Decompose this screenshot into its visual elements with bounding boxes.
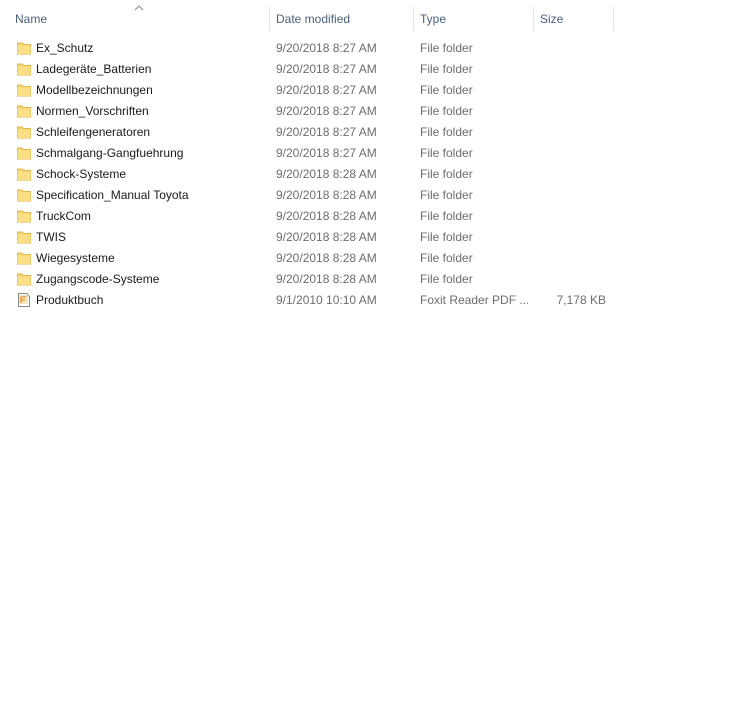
file-date-modified: 9/20/2018 8:27 AM: [276, 146, 377, 160]
file-name: Schock-Systeme: [36, 167, 127, 181]
file-name: Specification_Manual Toyota: [36, 188, 189, 202]
file-row[interactable]: Schmalgang-Gangfuehrung 9/20/2018 8:27 A…: [0, 143, 744, 164]
file-date-modified: 9/20/2018 8:28 AM: [276, 209, 377, 223]
file-date-modified: 9/20/2018 8:27 AM: [276, 125, 377, 139]
file-type: Foxit Reader PDF ...: [420, 293, 528, 307]
file-name: Produktbuch: [36, 293, 104, 307]
file-date-modified: 9/20/2018 8:28 AM: [276, 188, 377, 202]
file-list: Ex_Schutz 9/20/2018 8:27 AM File folder …: [0, 38, 744, 311]
column-header-type[interactable]: Type: [420, 6, 446, 32]
file-row[interactable]: Ex_Schutz 9/20/2018 8:27 AM File folder: [0, 38, 744, 59]
file-size: [536, 185, 606, 206]
file-type: File folder: [420, 209, 473, 223]
file-size: [536, 38, 606, 59]
file-size: [536, 80, 606, 101]
file-row[interactable]: Modellbezeichnungen 9/20/2018 8:27 AM Fi…: [0, 80, 744, 101]
folder-icon: [17, 231, 31, 244]
file-date-modified: 9/20/2018 8:28 AM: [276, 272, 377, 286]
file-type: File folder: [420, 251, 473, 265]
file-size: [536, 101, 606, 122]
column-header-name[interactable]: Name: [15, 6, 47, 32]
file-name: Ex_Schutz: [36, 41, 94, 55]
column-divider[interactable]: [533, 7, 534, 31]
file-name: Modellbezeichnungen: [36, 83, 153, 97]
file-type: File folder: [420, 62, 473, 76]
folder-icon: [17, 84, 31, 97]
column-header-date-modified[interactable]: Date modified: [276, 6, 350, 32]
column-header-bar: Name Date modified Type Size: [0, 0, 744, 38]
column-divider[interactable]: [269, 7, 270, 31]
file-row[interactable]: Specification_Manual Toyota 9/20/2018 8:…: [0, 185, 744, 206]
file-name: Ladegeräte_Batterien: [36, 62, 152, 76]
file-size: [536, 122, 606, 143]
folder-icon: [17, 210, 31, 223]
file-name: Normen_Vorschriften: [36, 104, 149, 118]
folder-icon: [17, 147, 31, 160]
sort-ascending-icon: [134, 5, 144, 11]
file-size: [536, 164, 606, 185]
file-size: [536, 59, 606, 80]
file-row[interactable]: Schock-Systeme 9/20/2018 8:28 AM File fo…: [0, 164, 744, 185]
folder-icon: [17, 63, 31, 76]
file-row[interactable]: Zugangscode-Systeme 9/20/2018 8:28 AM Fi…: [0, 269, 744, 290]
file-date-modified: 9/1/2010 10:10 AM: [276, 293, 377, 307]
file-type: File folder: [420, 41, 473, 55]
column-divider[interactable]: [613, 7, 614, 31]
file-name: TWIS: [36, 230, 66, 244]
file-name: Zugangscode-Systeme: [36, 272, 160, 286]
folder-icon: [17, 273, 31, 286]
file-row[interactable]: TWIS 9/20/2018 8:28 AM File folder: [0, 227, 744, 248]
file-size: [536, 248, 606, 269]
file-date-modified: 9/20/2018 8:28 AM: [276, 251, 377, 265]
file-name: Schleifengeneratoren: [36, 125, 151, 139]
file-row[interactable]: Wiegesysteme 9/20/2018 8:28 AM File fold…: [0, 248, 744, 269]
file-date-modified: 9/20/2018 8:28 AM: [276, 167, 377, 181]
file-explorer-list-view: Name Date modified Type Size Ex_Schutz 9…: [0, 0, 744, 715]
file-type: File folder: [420, 167, 473, 181]
file-type: File folder: [420, 272, 473, 286]
folder-icon: [17, 168, 31, 181]
file-type: File folder: [420, 125, 473, 139]
file-type: File folder: [420, 104, 473, 118]
file-date-modified: 9/20/2018 8:27 AM: [276, 62, 377, 76]
folder-icon: [17, 126, 31, 139]
file-date-modified: 9/20/2018 8:27 AM: [276, 104, 377, 118]
folder-icon: [17, 252, 31, 265]
column-header-size[interactable]: Size: [540, 6, 563, 32]
file-size: 7,178 KB: [556, 293, 606, 307]
file-type: File folder: [420, 188, 473, 202]
file-name: Wiegesysteme: [36, 251, 115, 265]
file-type: File folder: [420, 83, 473, 97]
column-divider[interactable]: [413, 7, 414, 31]
folder-icon: [17, 189, 31, 202]
file-size: [536, 269, 606, 290]
file-row[interactable]: Produktbuch 9/1/2010 10:10 AM Foxit Read…: [0, 290, 744, 311]
file-type: File folder: [420, 146, 473, 160]
file-date-modified: 9/20/2018 8:28 AM: [276, 230, 377, 244]
file-row[interactable]: TruckCom 9/20/2018 8:28 AM File folder: [0, 206, 744, 227]
pdf-file-icon: [18, 293, 30, 307]
file-size: [536, 143, 606, 164]
file-size: [536, 206, 606, 227]
file-name: TruckCom: [36, 209, 91, 223]
folder-icon: [17, 105, 31, 118]
file-type: File folder: [420, 230, 473, 244]
folder-icon: [17, 42, 31, 55]
file-row[interactable]: Normen_Vorschriften 9/20/2018 8:27 AM Fi…: [0, 101, 744, 122]
file-row[interactable]: Ladegeräte_Batterien 9/20/2018 8:27 AM F…: [0, 59, 744, 80]
file-row[interactable]: Schleifengeneratoren 9/20/2018 8:27 AM F…: [0, 122, 744, 143]
file-date-modified: 9/20/2018 8:27 AM: [276, 41, 377, 55]
file-name: Schmalgang-Gangfuehrung: [36, 146, 184, 160]
file-size: [536, 227, 606, 248]
file-date-modified: 9/20/2018 8:27 AM: [276, 83, 377, 97]
